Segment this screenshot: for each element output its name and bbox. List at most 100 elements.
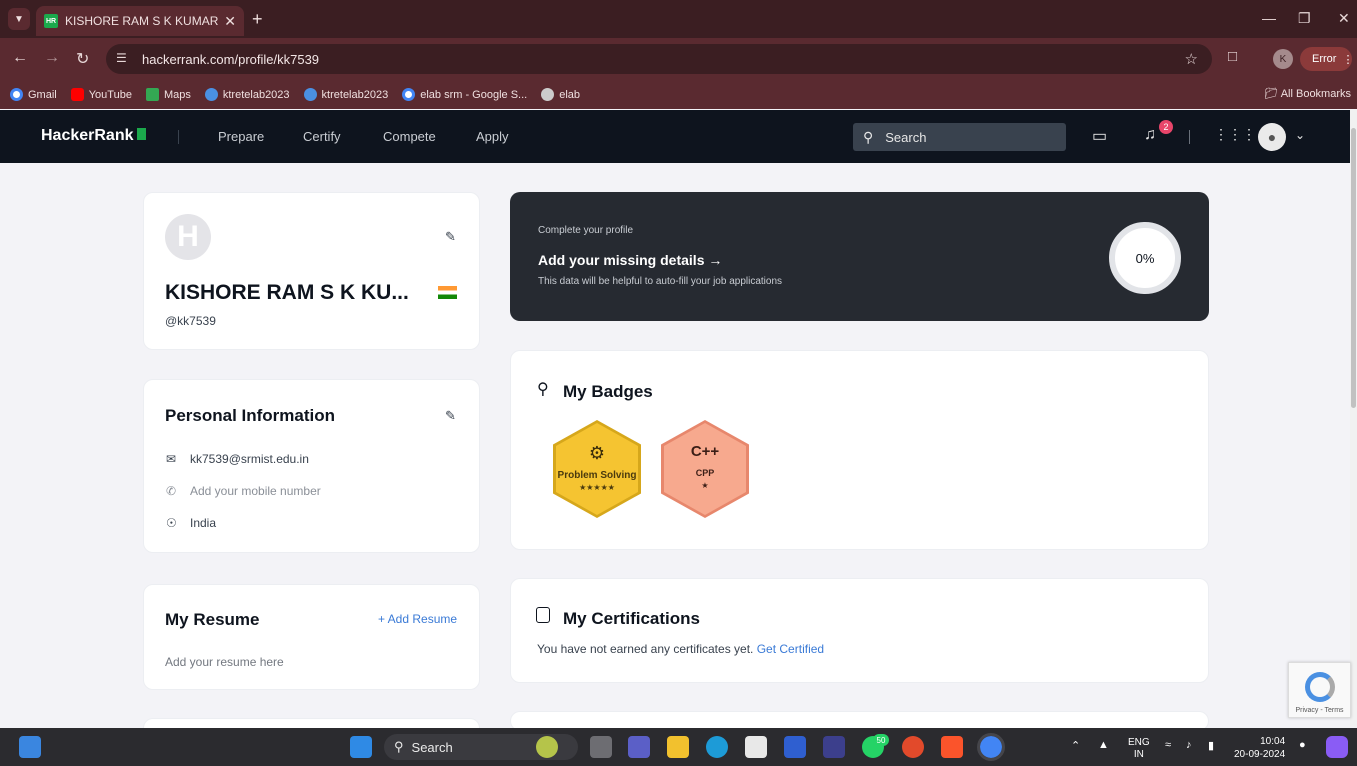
more-menu-icon: ⋮: [1342, 53, 1354, 66]
profile-avatar: H: [165, 214, 211, 260]
nav-apply[interactable]: Apply: [476, 129, 509, 144]
bookmark-youtube[interactable]: YouTube: [70, 88, 132, 101]
restore-icon[interactable]: ❐: [1298, 10, 1311, 27]
volume-icon[interactable]: ♪: [1186, 739, 1192, 751]
apps-grid-icon[interactable]: ⋮⋮⋮: [1214, 126, 1256, 143]
chrome-alt-icon[interactable]: [902, 736, 924, 758]
bookmark-elab[interactable]: elab: [541, 88, 580, 101]
extensions-icon[interactable]: □: [1228, 48, 1237, 65]
globe-icon: [541, 88, 555, 101]
error-label: Error: [1312, 53, 1337, 65]
bookmarks-bar: Gmail YouTube Maps ktretelab2023 ktretel…: [0, 80, 1357, 109]
browser-tab-active[interactable]: HR KISHORE RAM S K KUMAR (RA ✕: [36, 6, 244, 36]
back-icon[interactable]: ←: [12, 49, 28, 67]
brave-icon[interactable]: [941, 736, 963, 758]
windows-start-icon[interactable]: [350, 736, 372, 758]
mail-icon: ✉: [166, 452, 177, 466]
complete-profile-kicker: Complete your profile: [538, 225, 634, 236]
logo-square-icon: [136, 128, 146, 140]
recaptcha-widget[interactable]: Privacy - Terms: [1288, 662, 1351, 718]
error-button[interactable]: Error ⋮: [1300, 47, 1354, 71]
edit-profile-icon[interactable]: ✎: [445, 229, 456, 245]
chevron-down-icon[interactable]: ⌄: [1295, 128, 1305, 142]
page-scrollbar[interactable]: [1350, 110, 1357, 727]
cloud-icon: [204, 88, 218, 101]
tab-search-icon[interactable]: ▼: [8, 8, 30, 30]
bookmark-label: elab srm - Google S...: [420, 88, 528, 101]
nav-divider: [1189, 130, 1190, 144]
personal-information-card: Personal Information ✎ ✉ kk7539@srmist.ed…: [143, 379, 480, 553]
bookmark-label: Maps: [163, 88, 191, 101]
app-icon[interactable]: [823, 736, 845, 758]
task-view-icon[interactable]: [590, 736, 612, 758]
nav-compete[interactable]: Compete: [383, 129, 436, 144]
tray-chevron-up-icon[interactable]: ⌃: [1071, 739, 1080, 752]
bookmark-ktretelab-1[interactable]: ktretelab2023: [204, 88, 290, 101]
recaptcha-logo-icon: [1304, 672, 1335, 702]
resume-title: My Resume: [165, 610, 260, 629]
copilot-icon[interactable]: [1326, 736, 1348, 758]
nav-prepare[interactable]: Prepare: [218, 129, 264, 144]
bookmark-gmail[interactable]: Gmail: [10, 88, 57, 101]
bookmark-label: ktretelab2023: [222, 88, 290, 101]
edge-icon[interactable]: [706, 736, 728, 758]
messages-icon[interactable]: ▭: [1092, 126, 1107, 146]
badges-title: My Badges: [563, 382, 653, 401]
teams-icon[interactable]: [628, 736, 650, 758]
recaptcha-footer[interactable]: Privacy - Terms: [1295, 707, 1343, 714]
google-icon: [402, 88, 416, 101]
nav-certify[interactable]: Certify: [303, 129, 341, 144]
taskbar-clock[interactable]: 10:04 20-09-2024: [1234, 735, 1285, 761]
dropbox-icon[interactable]: [784, 736, 806, 758]
bookmark-elab-srm[interactable]: elab srm - Google S...: [402, 88, 527, 101]
tray-app-icon[interactable]: ▲: [1098, 739, 1109, 751]
language-indicator[interactable]: ENG IN: [1128, 737, 1150, 761]
close-window-icon[interactable]: ✕: [1338, 10, 1350, 27]
scrollbar-thumb[interactable]: [1351, 128, 1356, 408]
phone-row[interactable]: ✆ Add your mobile number: [166, 484, 321, 498]
india-flag-icon: [438, 286, 457, 299]
wifi-icon[interactable]: ≈: [1165, 739, 1171, 751]
search-input[interactable]: ⚲ Search: [853, 123, 1066, 151]
email-text: kk7539@srmist.edu.in: [190, 452, 309, 466]
all-bookmarks-button[interactable]: 📁︎ All Bookmarks: [1264, 87, 1351, 100]
new-tab-icon[interactable]: +: [252, 9, 263, 30]
clock-time: 10:04: [1260, 736, 1286, 747]
chrome-icon[interactable]: [977, 733, 1005, 761]
windows-taskbar: ⚲ Search 50 ⌃ ▲ ENG IN ≈ ♪ ▮ 10:04 20-09-20…: [0, 728, 1357, 766]
profile-name: KISHORE RAM S K KU...: [165, 281, 409, 304]
bookmark-ktretelab-2[interactable]: ktretelab2023: [303, 88, 388, 101]
add-resume-button[interactable]: + Add Resume: [378, 612, 457, 626]
get-certified-link[interactable]: Get Certified: [757, 642, 824, 656]
edit-personal-info-icon[interactable]: ✎: [445, 408, 456, 424]
battery-icon[interactable]: ▮: [1208, 739, 1214, 752]
close-tab-icon[interactable]: ✕: [224, 13, 236, 30]
bookmark-label: Gmail: [28, 88, 57, 101]
cloud-icon: [303, 88, 317, 101]
search-placeholder: Search: [885, 129, 927, 145]
user-avatar-icon[interactable]: ●: [1258, 123, 1286, 151]
bookmark-star-icon[interactable]: ☆: [1185, 50, 1198, 68]
add-missing-details-link[interactable]: Add your missing details →: [538, 252, 722, 268]
reload-icon[interactable]: ↻: [76, 49, 89, 69]
profile-card: H ✎ KISHORE RAM S K KU... @kk7539: [143, 192, 480, 350]
browser-profile-avatar[interactable]: K: [1273, 49, 1293, 69]
notification-bell-icon[interactable]: ●: [1299, 739, 1306, 751]
bookmark-maps[interactable]: Maps: [145, 88, 191, 101]
certifications-title: My Certifications: [563, 609, 700, 628]
lang-top: ENG: [1128, 737, 1150, 748]
hackerrank-logo[interactable]: HackerRank: [41, 127, 146, 145]
complete-profile-banner[interactable]: Complete your profile Add your missing d…: [510, 192, 1209, 321]
minimize-icon[interactable]: —: [1262, 10, 1276, 26]
badge-stars: ★: [701, 480, 709, 490]
store-icon[interactable]: [745, 736, 767, 758]
site-info-icon[interactable]: ☰: [116, 51, 127, 65]
forward-icon[interactable]: →: [44, 49, 60, 67]
url-text: hackerrank.com/profile/kk7539: [142, 51, 320, 67]
file-explorer-icon[interactable]: [667, 736, 689, 758]
url-bar[interactable]: ☰ hackerrank.com/profile/kk7539 ☆: [106, 44, 1212, 74]
widgets-icon[interactable]: [19, 736, 41, 758]
badge-stars: ★★★★★: [579, 482, 615, 492]
email-row: ✉ kk7539@srmist.edu.in: [166, 452, 309, 466]
notifications-bell-icon[interactable]: ♫: [1144, 126, 1156, 144]
